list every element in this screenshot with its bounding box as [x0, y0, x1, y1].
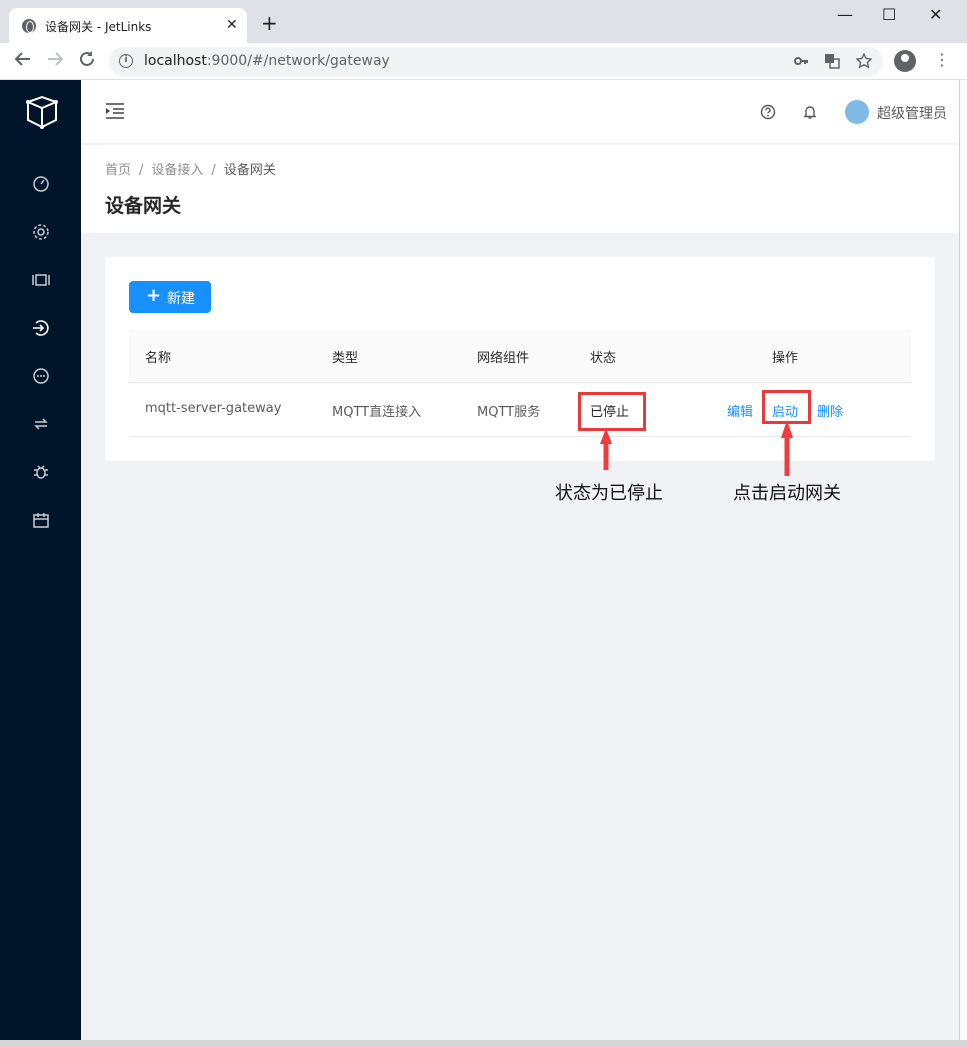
profile-icon[interactable] [894, 50, 916, 72]
new-button[interactable]: + 新建 [129, 281, 211, 313]
cell-network: MQTT服务 [477, 405, 541, 420]
new-button-label: 新建 [167, 291, 195, 307]
sync-icon[interactable] [31, 414, 51, 434]
menu-fold-icon[interactable] [105, 102, 125, 120]
device-icon[interactable] [31, 270, 51, 290]
browser-tab[interactable]: 设备网关 - JetLinks ✕ [9, 8, 247, 43]
message-icon[interactable] [31, 366, 51, 386]
key-icon[interactable] [793, 53, 809, 73]
table-header: 名称 类型 网络组件 状态 操作 [129, 329, 911, 383]
column-header-status: 状态 [590, 351, 617, 366]
plus-icon: + [146, 285, 162, 306]
delete-link[interactable]: 删除 [817, 401, 843, 420]
translate-icon[interactable] [824, 53, 840, 73]
status-arrow [600, 428, 612, 470]
cell-name: mqtt-server-gateway [145, 401, 282, 416]
address-bar[interactable]: i localhost:9000/#/network/gateway [109, 47, 883, 76]
calendar-icon[interactable] [31, 510, 51, 530]
start-arrow [781, 420, 793, 476]
gateway-card: + 新建 名称 类型 网络组件 状态 操作 mqtt-server-gatewa… [105, 257, 935, 461]
maximize-icon[interactable]: ☐ [882, 6, 896, 24]
reload-icon[interactable] [78, 50, 96, 73]
edit-link[interactable]: 编辑 [727, 401, 753, 420]
sidebar [0, 80, 81, 1040]
avatar[interactable] [845, 100, 869, 124]
tab-title: 设备网关 - JetLinks [45, 20, 152, 34]
dashboard-icon[interactable] [31, 174, 51, 194]
back-icon[interactable] [14, 50, 32, 73]
minimize-icon[interactable]: — [837, 6, 853, 24]
page-title: 设备网关 [105, 195, 182, 217]
status-highlight-box [578, 392, 646, 431]
logo-icon[interactable] [24, 94, 60, 130]
login-icon[interactable] [31, 318, 51, 338]
tab-close-icon[interactable]: ✕ [226, 16, 238, 34]
scrollbar-track[interactable] [959, 80, 967, 1040]
main-content: 超级管理员 首页 / 设备接入 / 设备网关 设备网关 + 新建 名称 类型 网络组件 … [81, 80, 959, 1040]
menu-icon[interactable]: ⋮ [934, 51, 950, 69]
column-header-type: 类型 [332, 351, 359, 366]
breadcrumb-item-home[interactable]: 首页 [105, 163, 131, 178]
bug-icon[interactable] [31, 462, 51, 482]
cell-type: MQTT直连接入 [332, 405, 422, 420]
breadcrumb-item-current: 设备网关 [223, 163, 276, 178]
start-highlight-box [762, 390, 811, 424]
column-header-name: 名称 [145, 351, 172, 366]
info-icon[interactable]: i [119, 54, 133, 68]
settings-icon[interactable] [31, 222, 51, 242]
breadcrumb-item-access[interactable]: 设备接入 [151, 163, 203, 178]
window-close-icon[interactable]: ✕ [929, 6, 942, 24]
column-header-actions: 操作 [772, 351, 799, 366]
taskbar-strip [0, 1040, 967, 1047]
browser-toolbar: i localhost:9000/#/network/gateway ⋮ [0, 43, 967, 80]
user-name[interactable]: 超级管理员 [877, 103, 947, 123]
start-annotation: 点击启动网关 [733, 483, 841, 504]
bell-icon[interactable] [802, 104, 818, 120]
help-icon[interactable] [760, 104, 776, 120]
breadcrumb-separator: / [139, 163, 144, 178]
app-header: 超级管理员 [81, 80, 959, 144]
new-tab-button[interactable]: + [261, 13, 278, 33]
star-icon[interactable] [855, 52, 873, 73]
status-annotation: 状态为已停止 [555, 483, 663, 504]
globe-icon [22, 19, 36, 33]
url-text: localhost:9000/#/network/gateway [144, 53, 390, 69]
breadcrumb: 首页 / 设备接入 / 设备网关 [105, 159, 276, 178]
browser-tabbar: 设备网关 - JetLinks ✕ + — ☐ ✕ [0, 0, 967, 43]
column-header-network: 网络组件 [477, 351, 530, 366]
breadcrumb-separator: / [211, 163, 216, 178]
page-header: 首页 / 设备接入 / 设备网关 设备网关 [81, 145, 959, 233]
forward-icon[interactable] [46, 50, 64, 73]
